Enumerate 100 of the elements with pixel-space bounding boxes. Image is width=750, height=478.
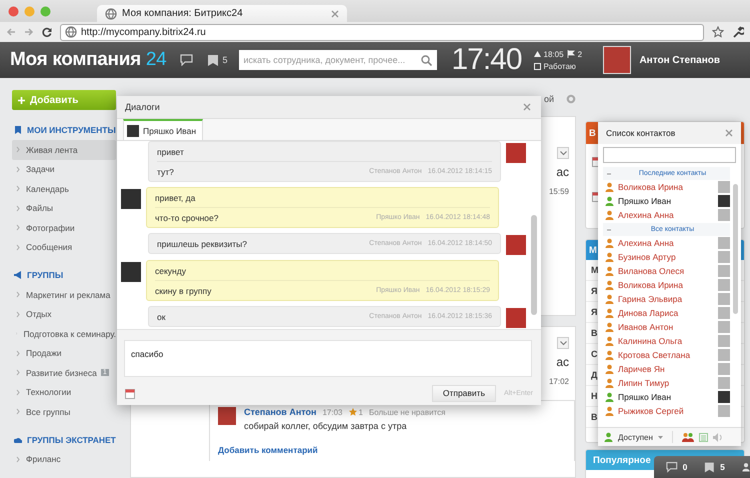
contact-row[interactable]: Ларичев Ян: [603, 362, 730, 376]
sidebar-item[interactable]: Файлы: [12, 198, 116, 218]
chat-tab[interactable]: Пряшко Иван: [123, 119, 204, 140]
caret-icon[interactable]: [658, 436, 663, 438]
contact-row[interactable]: Алехина Анна: [603, 236, 730, 250]
contact-row[interactable]: Алехина Анна: [603, 208, 730, 222]
send-button[interactable]: Отправить: [432, 384, 496, 402]
work-status[interactable]: Работаю: [544, 62, 576, 70]
contact-row[interactable]: Кротова Светлана: [603, 348, 730, 362]
avatar[interactable]: [603, 46, 632, 74]
browser-tab[interactable]: Моя компания: Битрикс24: [97, 5, 347, 22]
sidebar-item[interactable]: Продажи: [12, 344, 116, 363]
sidebar-item[interactable]: Задачи: [12, 160, 116, 179]
sidebar-item[interactable]: Технологии: [12, 382, 116, 402]
panel-title: Список контактов: [606, 128, 676, 138]
status-dropdown[interactable]: Доступен: [618, 432, 653, 442]
bookmark-icon: [14, 126, 22, 134]
back-icon[interactable]: [6, 27, 16, 37]
contact-name: Ларичев Ян: [618, 364, 666, 374]
avatar: [718, 405, 730, 417]
tasks-count: 5: [222, 55, 228, 65]
search-icon[interactable]: [421, 54, 432, 66]
avatar: [121, 262, 141, 282]
add-comment-link[interactable]: Добавить комментарий: [218, 445, 566, 455]
tasks-icon[interactable]: [704, 460, 716, 474]
logo[interactable]: Моя компания 24: [10, 49, 166, 71]
minus-icon: [607, 172, 611, 176]
contact-row[interactable]: Бузинов Артур: [603, 250, 730, 264]
person-name[interactable]: М: [591, 265, 598, 275]
address-bar[interactable]: http://mycompany.bitrix24.ru: [60, 24, 704, 40]
flag-icon[interactable]: [566, 50, 575, 58]
contact-row[interactable]: Липин Тимур: [603, 376, 730, 390]
settings-icon[interactable]: [566, 94, 576, 104]
contact-name: Калинина Ольга: [618, 336, 684, 346]
avatar: [506, 143, 526, 163]
contact-name: Алехина Анна: [618, 238, 675, 248]
chat-icon[interactable]: [666, 461, 678, 473]
contact-row[interactable]: Пряшко Иван: [603, 194, 730, 208]
contact-row[interactable]: Динова Лариса: [603, 306, 730, 320]
contact-row[interactable]: Виланова Олеся: [603, 264, 730, 278]
group-icon[interactable]: [682, 432, 694, 442]
forward-icon[interactable]: [24, 27, 34, 37]
contact-row[interactable]: Воликова Ирина: [603, 180, 730, 194]
contact-row[interactable]: Воликова Ирина: [603, 278, 730, 292]
sidebar-item[interactable]: Календарь: [12, 179, 116, 198]
url-text: http://mycompany.bitrix24.ru: [81, 26, 206, 38]
search-field[interactable]: [603, 147, 736, 163]
calendar-icon[interactable]: [125, 388, 135, 398]
sidebar-item[interactable]: Маркетинг и реклама: [12, 285, 116, 304]
person-name[interactable]: В: [591, 412, 598, 422]
sidebar-item[interactable]: Сообщения: [12, 238, 116, 257]
close-icon[interactable]: [331, 10, 339, 18]
avatar: [718, 279, 730, 291]
person-name[interactable]: Д: [591, 370, 598, 380]
close-icon[interactable]: [725, 129, 733, 137]
avatar: [218, 407, 236, 425]
sidebar-item[interactable]: Живая лента: [12, 140, 116, 160]
contact-row[interactable]: Рыжиков Сергей: [603, 404, 730, 418]
sidebar-item[interactable]: Фотографии: [12, 218, 116, 238]
wrench-icon[interactable]: [732, 26, 744, 38]
close-icon[interactable]: [523, 103, 531, 111]
section-title: ГРУППЫ: [27, 270, 64, 280]
contact-name: Виланова Олеся: [618, 266, 686, 276]
window-close-button[interactable]: [8, 6, 19, 16]
person-name[interactable]: В: [591, 328, 598, 338]
sidebar-item[interactable]: Фриланс: [12, 450, 116, 469]
dropdown-button[interactable]: [557, 337, 569, 349]
person-icon[interactable]: [742, 462, 750, 472]
flags-count: 2: [578, 50, 582, 58]
person-name[interactable]: Я: [591, 307, 598, 317]
dropdown-button[interactable]: [557, 147, 569, 159]
sidebar-item[interactable]: Все группы: [12, 402, 116, 422]
person-name[interactable]: Н: [591, 391, 598, 401]
avatar: [718, 265, 730, 277]
globe-icon: [105, 8, 117, 20]
dialog-title: Диалоги: [125, 102, 160, 112]
chat-icon[interactable]: [180, 54, 194, 66]
tasks-icon[interactable]: [207, 54, 220, 66]
reload-icon[interactable]: [42, 27, 52, 37]
star-icon[interactable]: [712, 26, 724, 38]
contact-name: Гарина Эльвира: [618, 294, 684, 304]
avatar: [718, 377, 730, 389]
person-name[interactable]: Я: [591, 286, 598, 296]
message-input[interactable]: спасибо: [124, 340, 532, 377]
status-square-icon[interactable]: [534, 62, 541, 70]
contact-row[interactable]: Иванов Антон: [603, 320, 730, 334]
contact-row[interactable]: Калинина Ольга: [603, 334, 730, 348]
contact-row[interactable]: Пряшко Иван: [603, 390, 730, 404]
user-name[interactable]: Антон Степанов: [639, 54, 720, 66]
contact-name: Кротова Светлана: [618, 350, 692, 360]
comment-author[interactable]: Степанов Антон: [244, 407, 316, 417]
avatar: [127, 124, 139, 136]
contact-row[interactable]: Гарина Эльвира: [603, 292, 730, 306]
comment-text: собирай коллег, обсудим завтра с утра: [244, 421, 408, 431]
sidebar-item[interactable]: Отдых: [12, 304, 116, 324]
header-text: ой: [544, 94, 554, 104]
search-field[interactable]: искать сотрудника, документ, прочее...: [239, 50, 438, 70]
person-name[interactable]: С: [591, 349, 598, 359]
sidebar-item[interactable]: Подготовка к семинару.: [12, 324, 116, 344]
avatar: [718, 391, 730, 403]
